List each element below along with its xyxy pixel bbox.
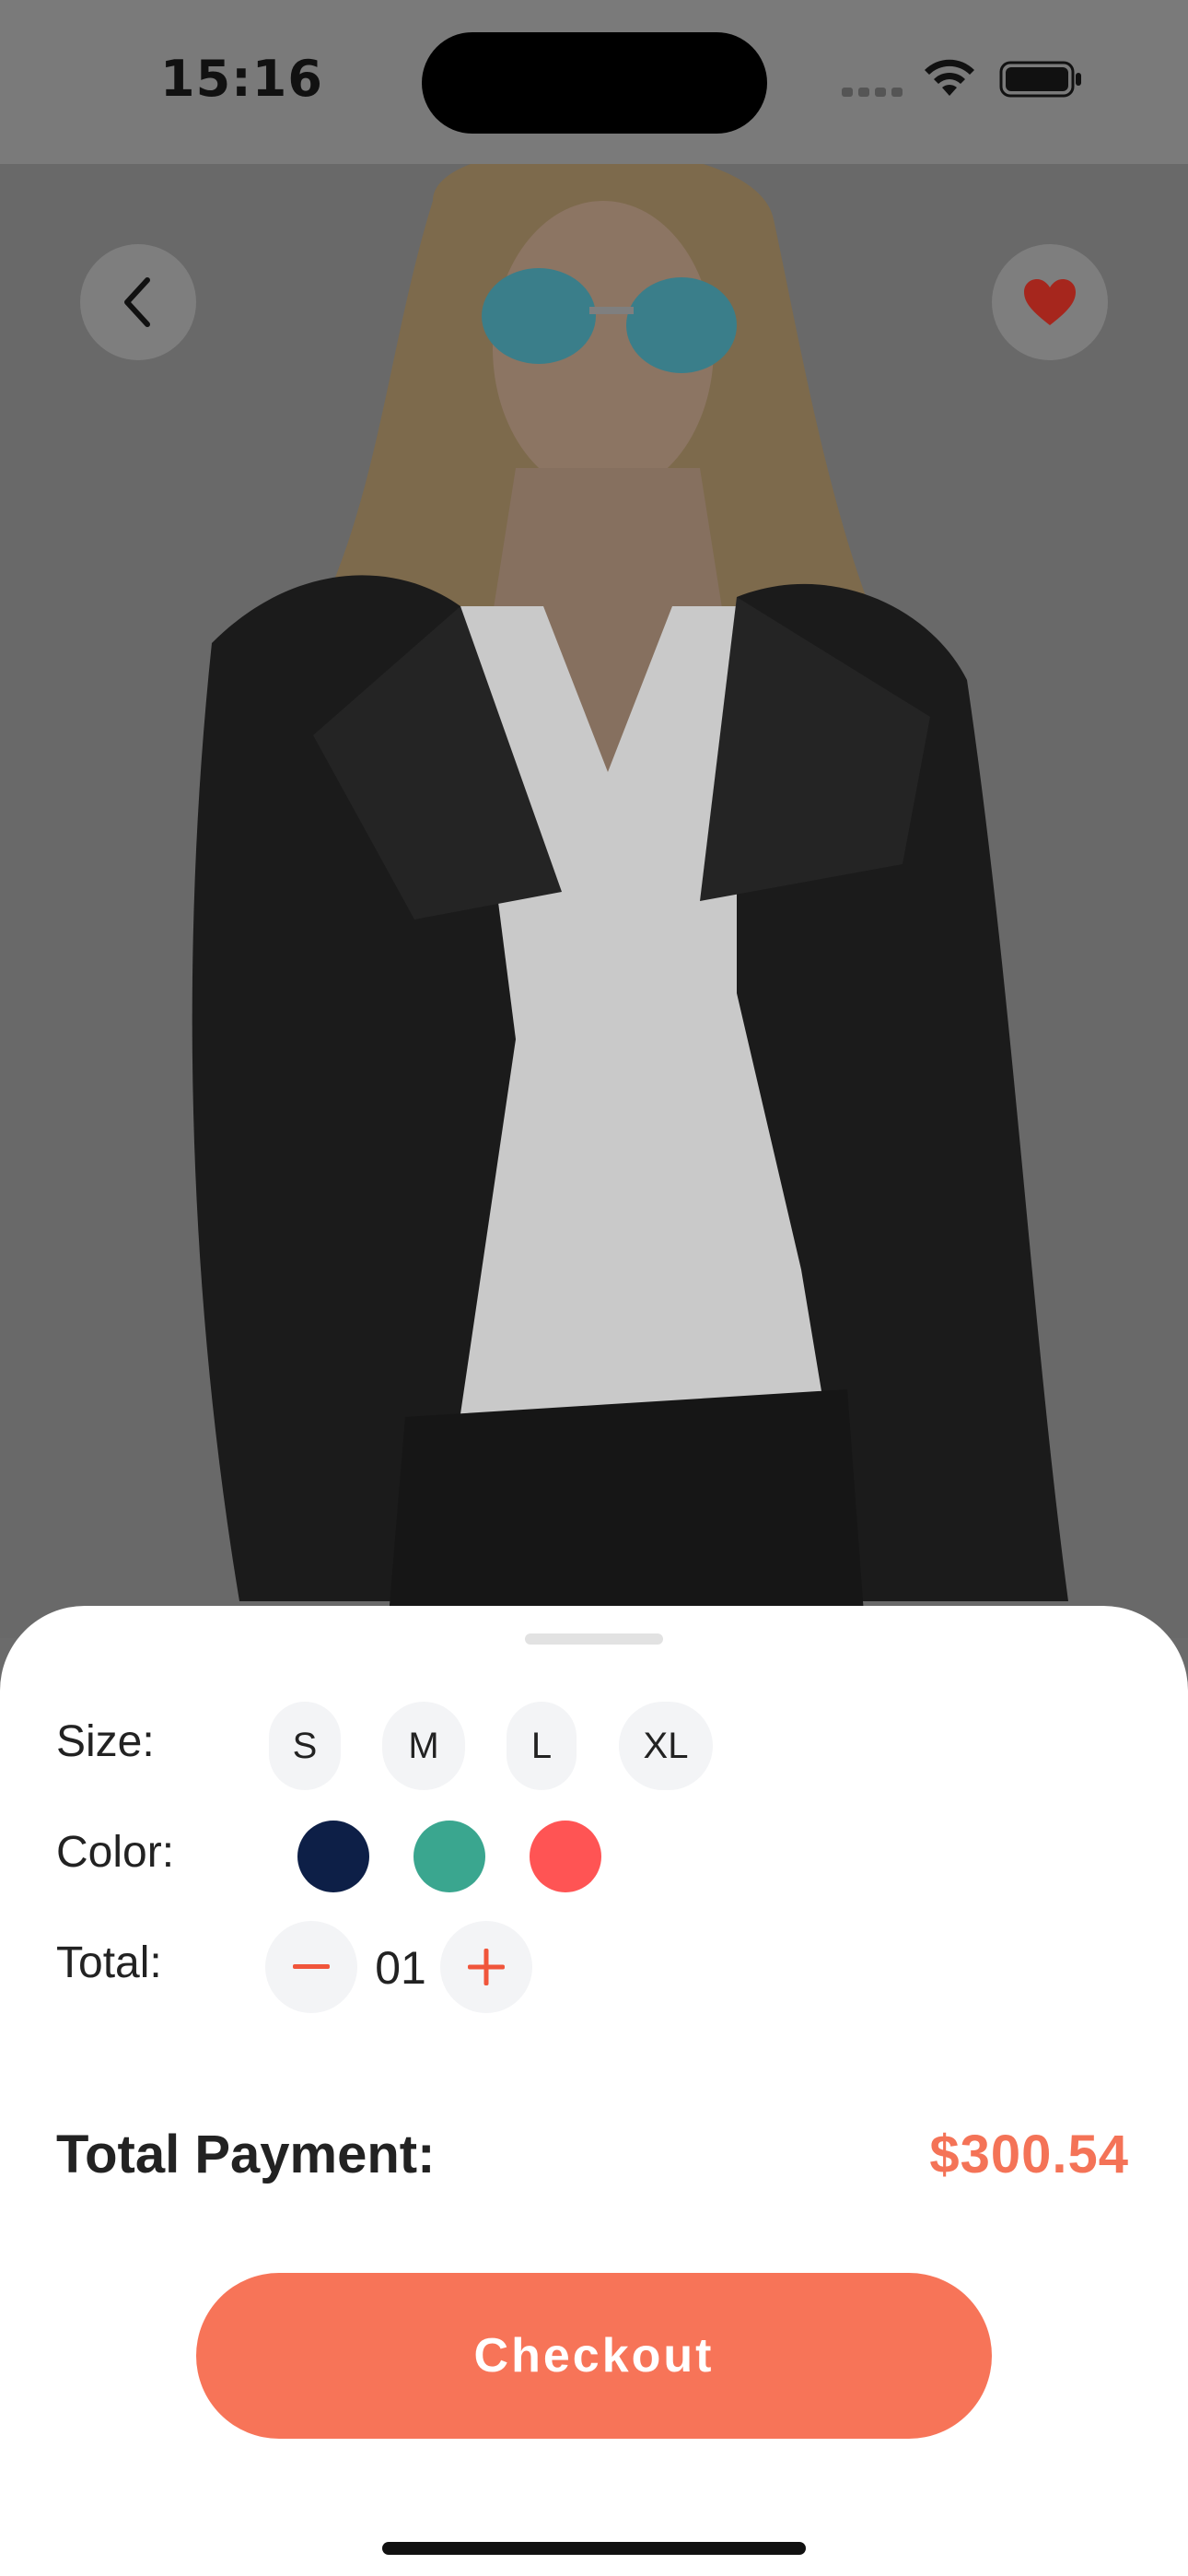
- heart-icon: [1024, 279, 1076, 325]
- quantity-value: 01: [375, 1942, 426, 1994]
- decrease-quantity-button[interactable]: [265, 1921, 357, 2013]
- color-swatch-navy[interactable]: [297, 1821, 369, 1892]
- checkout-button[interactable]: Checkout: [196, 2273, 992, 2439]
- size-option-s[interactable]: S: [269, 1702, 341, 1790]
- color-swatch-red[interactable]: [530, 1821, 601, 1892]
- chevron-left-icon: [124, 277, 150, 327]
- total-payment-label: Total Payment:: [56, 2125, 436, 2184]
- minus-icon: [293, 1964, 330, 1969]
- status-time: 15:16: [160, 50, 323, 108]
- size-option-l[interactable]: L: [507, 1702, 577, 1790]
- increase-quantity-button[interactable]: [440, 1921, 532, 2013]
- product-options-sheet: Size: S M L XL Color: Total: 01 Total Pa…: [0, 1606, 1188, 2576]
- cellular-signal-icon: [842, 85, 908, 101]
- color-label: Color:: [56, 1828, 175, 1877]
- favorite-button[interactable]: [992, 244, 1108, 360]
- status-bar: 15:16: [0, 0, 1188, 164]
- total-label: Total:: [56, 1938, 162, 1987]
- size-label: Size:: [56, 1717, 155, 1766]
- total-payment-value: $300.54: [929, 2125, 1129, 2184]
- home-indicator: [382, 2542, 806, 2555]
- dynamic-island: [422, 32, 767, 134]
- battery-icon: [999, 61, 1081, 98]
- sheet-grabber[interactable]: [525, 1633, 663, 1645]
- wifi-icon: [925, 59, 974, 96]
- size-option-m[interactable]: M: [382, 1702, 465, 1790]
- size-option-xl[interactable]: XL: [619, 1702, 713, 1790]
- color-swatch-teal[interactable]: [413, 1821, 485, 1892]
- plus-icon: [468, 1949, 505, 1985]
- product-image: [0, 164, 1188, 1638]
- back-button[interactable]: [80, 244, 196, 360]
- product-photo: [0, 164, 1188, 1638]
